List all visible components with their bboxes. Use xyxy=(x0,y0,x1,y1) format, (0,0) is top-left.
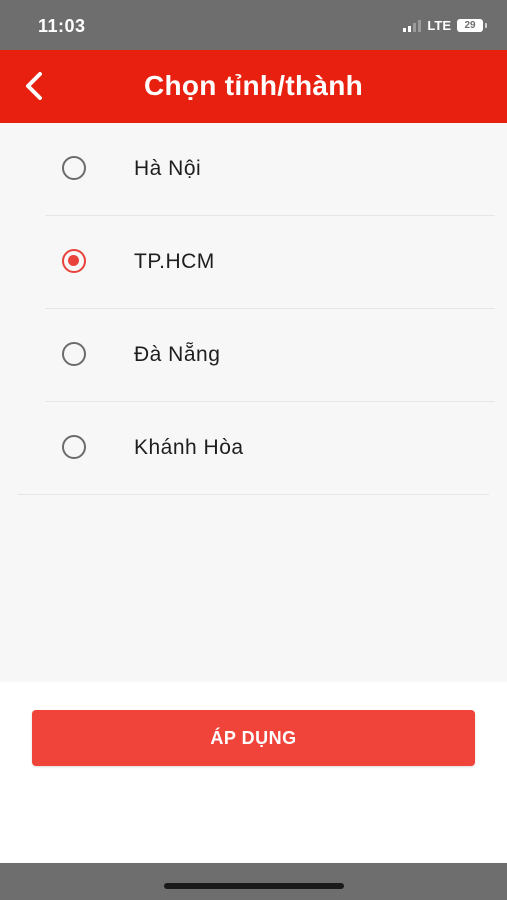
battery-level: 29 xyxy=(464,20,476,31)
bottom-panel: ÁP DỤNG xyxy=(0,682,507,863)
status-bar: 11:03 LTE 29 xyxy=(0,0,507,50)
home-indicator[interactable] xyxy=(164,883,344,889)
province-option-da-nang[interactable]: Đà Nẵng xyxy=(0,309,507,402)
province-label: Khánh Hòa xyxy=(134,436,244,459)
page-title: Chọn tỉnh/thành xyxy=(143,70,364,101)
province-label: Đà Nẵng xyxy=(134,343,221,366)
status-time: 11:03 xyxy=(38,16,86,36)
home-bar xyxy=(0,863,507,900)
radio-button[interactable] xyxy=(62,435,86,459)
status-indicators: LTE 29 xyxy=(403,18,487,33)
province-option-khanh-hoa[interactable]: Khánh Hòa xyxy=(0,402,507,495)
divider xyxy=(18,494,489,495)
apply-button[interactable]: ÁP DỤNG xyxy=(32,710,475,766)
province-option-ha-noi[interactable]: Hà Nội xyxy=(0,123,507,216)
battery-tip xyxy=(485,23,487,28)
signal-icon xyxy=(403,19,422,32)
province-option-tp-hcm[interactable]: TP.HCM xyxy=(0,216,507,309)
radio-button[interactable] xyxy=(62,156,86,180)
province-list: Hà Nội TP.HCM Đà Nẵng Khánh Hòa xyxy=(0,123,507,495)
battery-icon: 29 xyxy=(457,19,483,32)
radio-button[interactable] xyxy=(62,342,86,366)
app-header: Chọn tỉnh/thành xyxy=(0,50,507,123)
network-type: LTE xyxy=(427,18,451,33)
province-label: Hà Nội xyxy=(134,157,202,180)
radio-button-selected[interactable] xyxy=(62,249,86,273)
province-label: TP.HCM xyxy=(134,250,215,273)
